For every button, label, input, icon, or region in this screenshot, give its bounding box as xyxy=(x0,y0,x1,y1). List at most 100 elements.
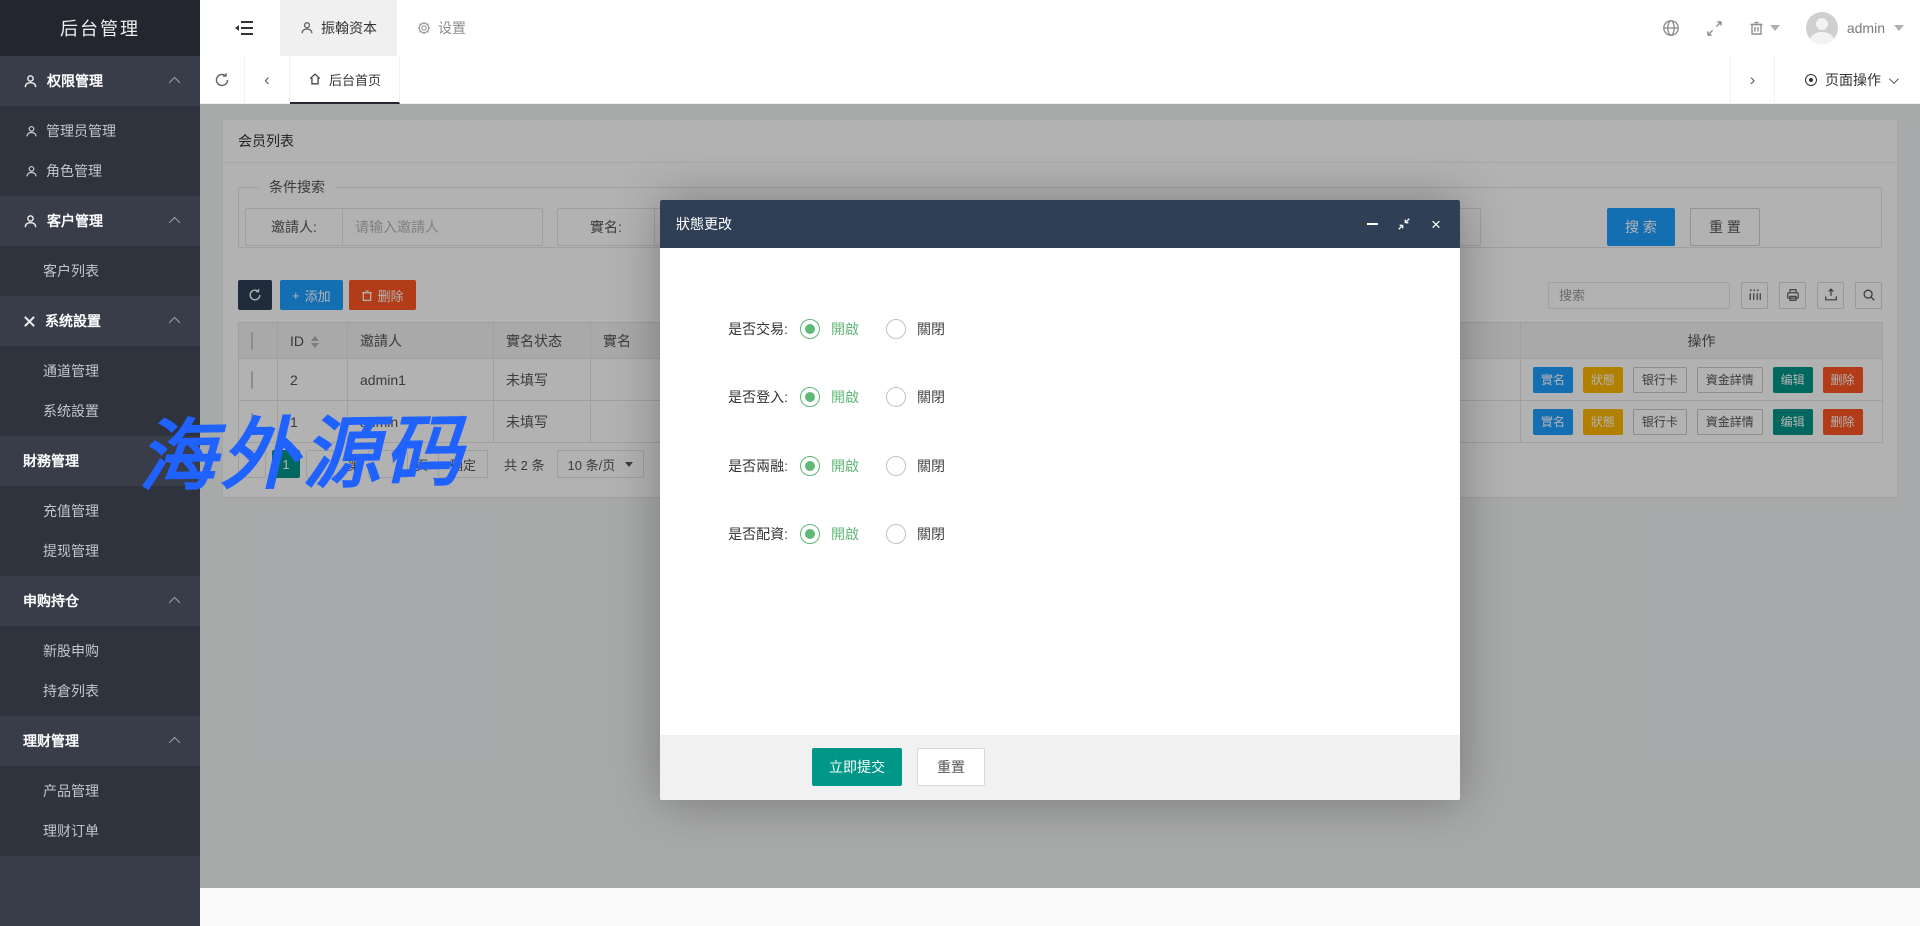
margin-toggle-row: 是否兩融: 開啟 關閉 xyxy=(660,452,1460,480)
topbar-actions: admin xyxy=(1662,0,1904,56)
sidebar-item-label: 通道管理 xyxy=(43,363,99,379)
app-logo: 后台管理 xyxy=(0,0,200,56)
modal-title: 狀態更改 xyxy=(676,216,732,232)
radio-off[interactable] xyxy=(886,319,906,339)
user-icon xyxy=(300,21,314,35)
x-icon xyxy=(23,315,36,328)
close-icon[interactable]: × xyxy=(1428,216,1444,233)
sidebar-item-withdraw-manage[interactable]: 提现管理 xyxy=(0,531,200,571)
sidebar-item-label: 充值管理 xyxy=(43,503,99,519)
tabs-scroll-left-button[interactable]: ‹ xyxy=(245,56,290,104)
field-label: 是否交易: xyxy=(728,321,788,337)
sidebar-item-label: 管理员管理 xyxy=(46,123,116,139)
allocation-toggle-row: 是否配資: 開啟 關閉 xyxy=(660,520,1460,548)
sidebar-item-product-manage[interactable]: 产品管理 xyxy=(0,771,200,811)
radio-on-label[interactable]: 開啟 xyxy=(831,319,859,339)
radio-on-label[interactable]: 開啟 xyxy=(831,456,859,476)
radio-off[interactable] xyxy=(886,387,906,407)
field-label: 是否兩融: xyxy=(728,458,788,474)
radio-off-label[interactable]: 關閉 xyxy=(917,524,945,544)
refresh-tab-button[interactable] xyxy=(200,56,245,104)
user-menu[interactable]: admin xyxy=(1805,12,1904,44)
tabbar: ‹ 后台首页 › 页面操作 xyxy=(200,56,1920,104)
sidebar-group-permissions[interactable]: 权限管理 xyxy=(0,56,200,106)
sidebar-group-label: 客户管理 xyxy=(47,213,103,229)
login-toggle-row: 是否登入: 開啟 關閉 xyxy=(660,383,1460,411)
radio-on[interactable] xyxy=(800,319,820,339)
chevron-up-icon xyxy=(168,736,181,749)
sidebar-group-label: 財務管理 xyxy=(23,453,79,469)
submit-button[interactable]: 立即提交 xyxy=(812,748,902,786)
sidebar-item-ipo-subscribe[interactable]: 新股申购 xyxy=(0,631,200,671)
sidebar-item-position-list[interactable]: 持倉列表 xyxy=(0,671,200,711)
sidebar-submenu: 客户列表 xyxy=(0,246,200,296)
modal-header: 狀態更改 × xyxy=(660,200,1460,248)
page-footer xyxy=(200,888,1920,926)
collapse-menu-icon[interactable] xyxy=(230,14,258,42)
modal-controls: × xyxy=(1364,200,1444,248)
sidebar-item-wealth-orders[interactable]: 理财订单 xyxy=(0,811,200,851)
clear-cache-dropdown[interactable] xyxy=(1749,20,1780,36)
tab-home[interactable]: 后台首页 xyxy=(290,56,401,104)
radio-on[interactable] xyxy=(800,524,820,544)
sidebar-item-label: 提现管理 xyxy=(43,543,99,559)
radio-off-label[interactable]: 關閉 xyxy=(917,319,945,339)
tab-company[interactable]: 振翰资本 xyxy=(280,0,397,56)
sidebar-group-label: 申购持仓 xyxy=(23,593,79,609)
chevron-up-icon xyxy=(168,456,181,469)
fullscreen-icon[interactable] xyxy=(1706,20,1723,37)
radio-on[interactable] xyxy=(800,387,820,407)
page-operations-dropdown[interactable]: 页面操作 xyxy=(1791,56,1910,104)
modal-footer: 立即提交 重置 xyxy=(660,735,1460,800)
radio-off-label[interactable]: 關閉 xyxy=(917,456,945,476)
chevron-right-icon: › xyxy=(1749,70,1756,89)
modal-body: 是否交易: 開啟 關閉 是否登入: 開啟 關閉 是否兩融: 開啟 關閉 是否配資… xyxy=(660,248,1460,735)
radio-on[interactable] xyxy=(800,456,820,476)
user-icon xyxy=(23,214,38,229)
chevron-down-icon xyxy=(1888,73,1899,84)
sidebar-submenu: 产品管理 理财订单 xyxy=(0,766,200,856)
sidebar-submenu: 通道管理 系统設置 xyxy=(0,346,200,436)
field-label: 是否登入: xyxy=(728,389,788,405)
sidebar-item-label: 客户列表 xyxy=(43,263,99,279)
sidebar-group-customers[interactable]: 客户管理 xyxy=(0,196,200,246)
sidebar-item-system-settings[interactable]: 系统設置 xyxy=(0,391,200,431)
fisheye-icon xyxy=(1805,74,1817,86)
sidebar-item-admin-manage[interactable]: 管理员管理 xyxy=(0,111,200,151)
globe-icon[interactable] xyxy=(1662,19,1680,37)
tab-settings[interactable]: 设置 xyxy=(397,0,486,56)
sidebar-item-customer-list[interactable]: 客户列表 xyxy=(0,251,200,291)
sidebar-item-label: 理财订单 xyxy=(43,823,99,839)
tab-label: 振翰资本 xyxy=(321,20,377,36)
tab-home-label: 后台首页 xyxy=(329,72,382,88)
sidebar-item-recharge-manage[interactable]: 充值管理 xyxy=(0,491,200,531)
sidebar-group-ipo[interactable]: 申购持仓 xyxy=(0,576,200,626)
radio-on-label[interactable]: 開啟 xyxy=(831,524,859,544)
sidebar-item-label: 持倉列表 xyxy=(43,683,99,699)
sidebar-submenu: 充值管理 提现管理 xyxy=(0,486,200,576)
sidebar-group-label: 系统設置 xyxy=(45,313,101,329)
chevron-up-icon xyxy=(168,216,181,229)
radio-off[interactable] xyxy=(886,456,906,476)
home-icon xyxy=(308,72,322,86)
status-change-modal: 狀態更改 × 是否交易: 開啟 關閉 是否登入: 開啟 關閉 是否兩融: 開啟 … xyxy=(660,200,1460,800)
sidebar-group-system[interactable]: 系统設置 xyxy=(0,296,200,346)
sidebar-item-channel-manage[interactable]: 通道管理 xyxy=(0,351,200,391)
sidebar: 后台管理 权限管理 管理员管理 角色管理 客户管理 客户列表 系统設置 通道管理… xyxy=(0,0,200,926)
radio-off[interactable] xyxy=(886,524,906,544)
minimize-icon[interactable] xyxy=(1364,216,1380,232)
caret-down-icon xyxy=(1894,25,1904,31)
sidebar-group-finance[interactable]: 財務管理 xyxy=(0,436,200,486)
sidebar-item-role-manage[interactable]: 角色管理 xyxy=(0,151,200,191)
tabs-scroll-right-button[interactable]: › xyxy=(1730,56,1775,104)
restore-icon[interactable] xyxy=(1396,216,1412,232)
gear-icon xyxy=(417,21,431,35)
window-tabs: 振翰资本 设置 xyxy=(280,0,486,56)
user-icon xyxy=(25,125,38,138)
user-icon xyxy=(23,74,38,89)
radio-off-label[interactable]: 關閉 xyxy=(917,387,945,407)
radio-on-label[interactable]: 開啟 xyxy=(831,387,859,407)
sidebar-group-wealth[interactable]: 理财管理 xyxy=(0,716,200,766)
modal-reset-button[interactable]: 重置 xyxy=(917,748,985,786)
chevron-up-icon xyxy=(168,316,181,329)
